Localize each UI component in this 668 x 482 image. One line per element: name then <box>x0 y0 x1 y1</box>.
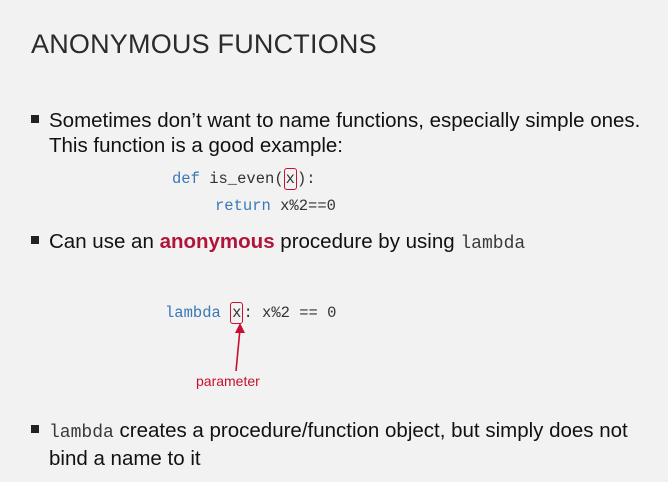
param-highlight-box: x <box>283 168 297 190</box>
code-line-lambda: lambda x: x%2 == 0 <box>165 302 336 324</box>
bullet-text: Sometimes don’t want to name functions, … <box>49 109 641 157</box>
bullet-text-part: procedure by using <box>274 230 461 253</box>
inline-code-lambda: lambda <box>460 234 526 254</box>
arrow-up-icon <box>235 323 245 372</box>
bullet-text: Can use an anonymous procedure by using … <box>49 229 525 257</box>
parameter-annotation: parameter <box>196 373 260 389</box>
bullet-text-part: creates a procedure/function object, but… <box>49 419 628 470</box>
bullet-item: lambda creates a procedure/function obje… <box>31 418 651 472</box>
bullet-item: Sometimes don’t want to name functions, … <box>31 108 651 162</box>
code-keyword-def: def <box>172 170 200 188</box>
highlight-anonymous: anonymous <box>159 230 275 253</box>
slide-title: ANONYMOUS FUNCTIONS <box>31 29 377 59</box>
bullet-text-part: Can use an <box>49 230 160 253</box>
code-param: x <box>285 170 295 188</box>
code-function-name: is_even <box>199 170 275 188</box>
code-param: x <box>232 304 242 322</box>
inline-code-lambda: lambda <box>49 423 114 443</box>
code-line-return: return x%2==0 <box>215 197 336 215</box>
bullet-square-icon <box>31 236 39 244</box>
bullet-square-icon <box>31 425 39 433</box>
code-line-def: def is_even(x): <box>172 168 316 190</box>
code-colon: : <box>306 170 316 188</box>
bullet-square-icon <box>31 115 39 123</box>
slide: ANONYMOUS FUNCTIONS Sometimes don’t want… <box>0 0 668 482</box>
bullet-item: Can use an anonymous procedure by using … <box>31 229 651 257</box>
code-lambda-body: : x%2 == 0 <box>243 304 337 322</box>
bullet-text: lambda creates a procedure/function obje… <box>49 418 649 471</box>
code-return-expr: x%2==0 <box>270 197 336 215</box>
code-keyword-lambda: lambda <box>165 304 221 322</box>
code-keyword-return: return <box>215 197 271 215</box>
param-highlight-box: x <box>230 302 244 324</box>
